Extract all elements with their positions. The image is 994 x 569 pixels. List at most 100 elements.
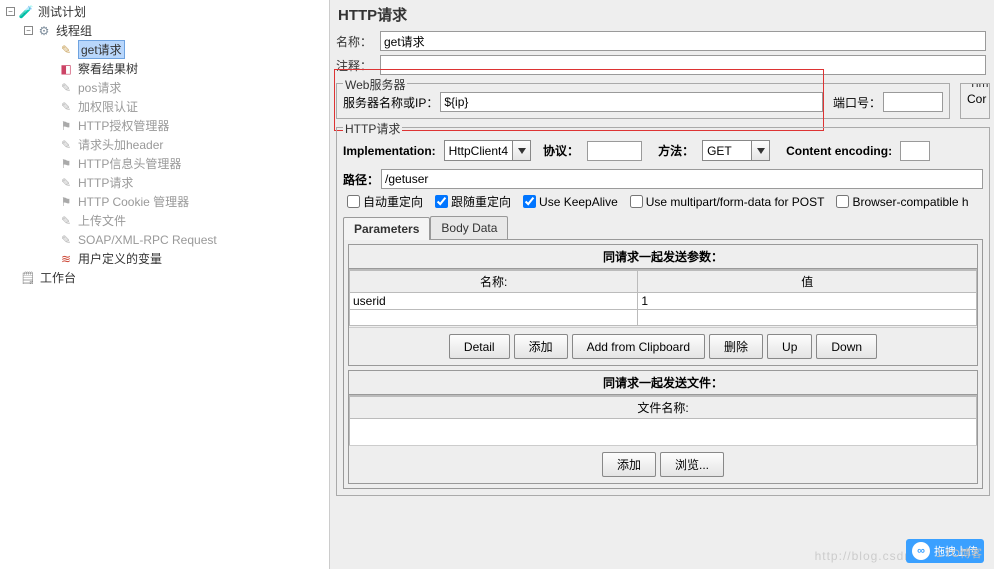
cb-auto-redirect[interactable]: 自动重定向 <box>347 193 423 210</box>
tree-label: HTTP Cookie 管理器 <box>78 193 189 210</box>
cb-browser-compat[interactable]: Browser-compatible h <box>836 195 968 209</box>
tree-node-test-plan[interactable]: − 🧪 测试计划 <box>0 2 329 21</box>
tree-label: SOAP/XML-RPC Request <box>78 233 217 247</box>
tree-label: 用户定义的变量 <box>78 250 162 267</box>
table-row[interactable] <box>350 310 977 326</box>
cloud-icon: ∞ <box>912 542 930 560</box>
config-icon: ⚑ <box>58 194 74 210</box>
cb-label: Use multipart/form-data for POST <box>646 195 825 209</box>
tree-label: 请求头加header <box>78 136 163 153</box>
col-name: 名称: <box>350 271 638 293</box>
select-value: GET <box>703 144 751 158</box>
pencil-icon: ✎ <box>58 99 74 115</box>
section-title: 同请求一起发送文件： <box>349 371 977 395</box>
variables-icon: ≋ <box>58 251 74 267</box>
add-clipboard-button[interactable]: Add from Clipboard <box>572 334 705 359</box>
tree-label-selected: get请求 <box>78 40 125 59</box>
timeout-text: Cor <box>967 92 983 106</box>
path-input[interactable] <box>381 169 983 189</box>
cb-label: 自动重定向 <box>363 193 423 210</box>
params-section: 同请求一起发送参数： 名称: 值 userid 1 <box>348 244 978 366</box>
down-button[interactable]: Down <box>816 334 877 359</box>
tab-parameters[interactable]: Parameters <box>343 217 430 240</box>
server-input[interactable] <box>440 92 823 112</box>
tree-panel: − 🧪 测试计划 − ⚙ 线程组 ✎ get请求 ◧ 察看结果树 ✎ pos请求… <box>0 0 330 569</box>
name-input[interactable] <box>380 31 986 51</box>
config-icon: ⚑ <box>58 118 74 134</box>
port-label: 端口号： <box>833 94 881 111</box>
tree-node-http-auth-mgr[interactable]: ⚑ HTTP授权管理器 <box>0 116 329 135</box>
tree-label: HTTP授权管理器 <box>78 117 169 134</box>
section-title: 同请求一起发送参数： <box>349 245 977 269</box>
browse-button[interactable]: 浏览... <box>660 452 724 477</box>
method-label: 方法： <box>658 142 694 159</box>
tree-node-thread-group[interactable]: − ⚙ 线程组 <box>0 21 329 40</box>
tree-label: 加权限认证 <box>78 98 138 115</box>
pencil-icon: ✎ <box>58 80 74 96</box>
table-row[interactable]: userid 1 <box>350 293 977 310</box>
main-panel: HTTP请求 名称： 注释： Web服务器 服务器名称或IP： 端口号： Tim… <box>330 0 994 569</box>
tab-content: 同请求一起发送参数： 名称: 值 userid 1 <box>343 239 983 489</box>
port-input[interactable] <box>883 92 943 112</box>
chevron-down-icon <box>512 141 530 160</box>
path-label: 路径： <box>343 171 379 188</box>
tree-node-cookie-mgr[interactable]: ⚑ HTTP Cookie 管理器 <box>0 192 329 211</box>
collapse-icon[interactable]: − <box>24 26 33 35</box>
impl-label: Implementation: <box>343 144 436 158</box>
encoding-input[interactable] <box>900 141 930 161</box>
impl-select[interactable]: HttpClient4 <box>444 140 531 161</box>
timeouts-fieldset: Tim Cor <box>960 83 990 119</box>
fieldset-legend: HTTP请求 <box>343 120 402 137</box>
gear-icon: ⚙ <box>36 23 52 39</box>
tree-label: HTTP请求 <box>78 174 133 191</box>
tree-label: 线程组 <box>56 22 92 39</box>
cb-multipart[interactable]: Use multipart/form-data for POST <box>630 195 825 209</box>
tree-node-soap-request[interactable]: ✎ SOAP/XML-RPC Request <box>0 230 329 249</box>
cb-label: Browser-compatible h <box>852 195 968 209</box>
tree-label: 测试计划 <box>38 3 86 20</box>
cell-value[interactable]: 1 <box>638 293 977 310</box>
tree-node-http-header-mgr[interactable]: ⚑ HTTP信息头管理器 <box>0 154 329 173</box>
cb-keepalive[interactable]: Use KeepAlive <box>523 195 618 209</box>
pencil-icon: ✎ <box>58 213 74 229</box>
add-button[interactable]: 添加 <box>514 334 568 359</box>
tree-node-view-results[interactable]: ◧ 察看结果树 <box>0 59 329 78</box>
tree-node-http-request[interactable]: ✎ HTTP请求 <box>0 173 329 192</box>
tree-node-upload-file[interactable]: ✎ 上传文件 <box>0 211 329 230</box>
tree-node-user-vars[interactable]: ≋ 用户定义的变量 <box>0 249 329 268</box>
protocol-input[interactable] <box>587 141 642 161</box>
up-button[interactable]: Up <box>767 334 812 359</box>
method-select[interactable]: GET <box>702 140 770 161</box>
web-server-fieldset: Web服务器 服务器名称或IP： 端口号： <box>336 83 950 119</box>
col-filename: 文件名称: <box>350 397 977 419</box>
fieldset-legend: Tim <box>967 83 990 90</box>
flask-icon: 🧪 <box>18 4 34 20</box>
pencil-icon: ✎ <box>58 137 74 153</box>
cell-name[interactable]: userid <box>350 293 638 310</box>
comment-input[interactable] <box>380 55 986 75</box>
http-request-fieldset: HTTP请求 Implementation: HttpClient4 协议： 方… <box>336 127 990 496</box>
detail-button[interactable]: Detail <box>449 334 510 359</box>
files-table[interactable]: 文件名称: <box>349 396 977 445</box>
tree-node-auth-limit[interactable]: ✎ 加权限认证 <box>0 97 329 116</box>
pencil-icon: ✎ <box>58 232 74 248</box>
tree-label: 工作台 <box>40 269 76 286</box>
blog-watermark: 1 TO博客 <box>936 545 982 561</box>
cb-follow-redirect[interactable]: 跟随重定向 <box>435 193 511 210</box>
tree-label: HTTP信息头管理器 <box>78 155 181 172</box>
tree-node-workbench[interactable]: 🗒 工作台 <box>0 268 329 287</box>
tree-label: pos请求 <box>78 79 121 96</box>
clipboard-icon: 🗒 <box>20 270 36 286</box>
tree-node-get-request[interactable]: ✎ get请求 <box>0 40 329 59</box>
table-row[interactable] <box>350 419 977 446</box>
params-table[interactable]: 名称: 值 userid 1 <box>349 270 977 326</box>
add-file-button[interactable]: 添加 <box>602 452 656 477</box>
tab-body-data[interactable]: Body Data <box>430 216 508 239</box>
delete-button[interactable]: 删除 <box>709 334 763 359</box>
tree-node-header-mgr[interactable]: ✎ 请求头加header <box>0 135 329 154</box>
select-value: HttpClient4 <box>445 144 512 158</box>
tree-node-pos-request[interactable]: ✎ pos请求 <box>0 78 329 97</box>
tree-label: 察看结果树 <box>78 60 138 77</box>
collapse-icon[interactable]: − <box>6 7 15 16</box>
pencil-icon: ✎ <box>58 42 74 58</box>
